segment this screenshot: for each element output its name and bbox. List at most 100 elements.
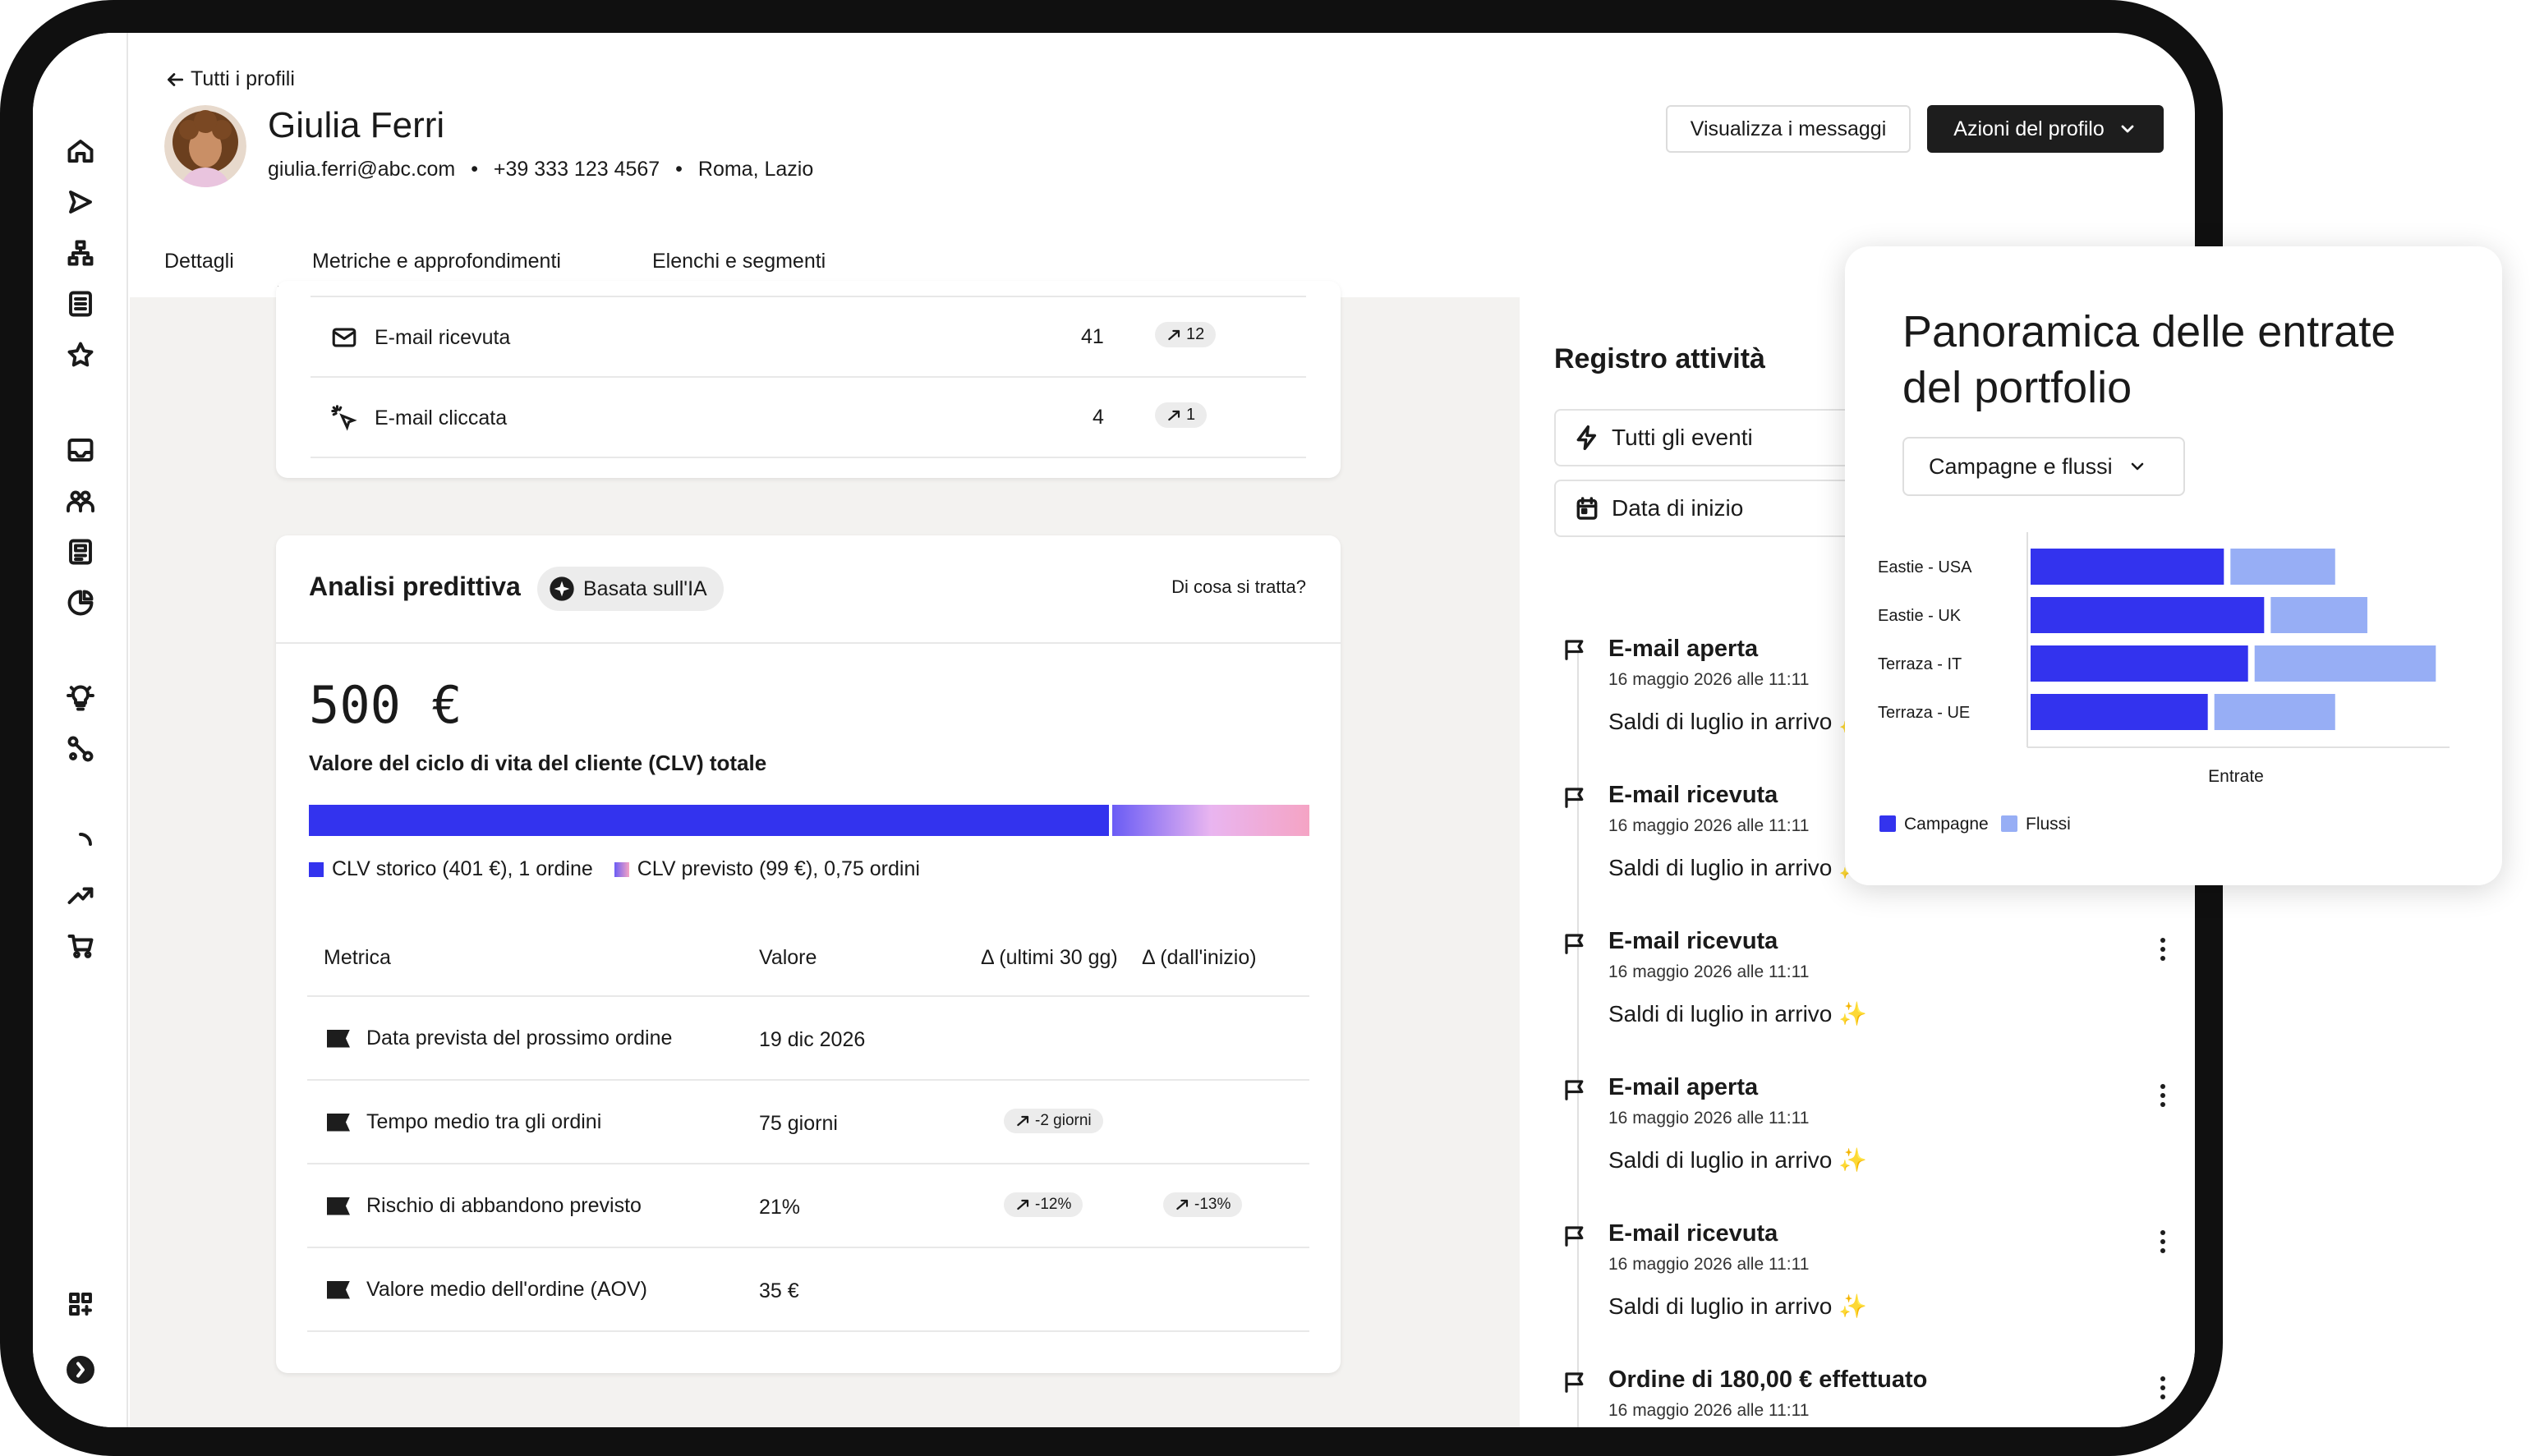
flag-icon <box>327 1196 350 1215</box>
bar-campagne <box>2031 694 2208 730</box>
delta-value: -12% <box>1035 1196 1072 1213</box>
send-icon[interactable] <box>62 184 99 220</box>
help-link[interactable]: Di cosa si tratta? <box>1171 576 1306 598</box>
tab-lists[interactable]: Elenchi e segmenti <box>652 250 826 273</box>
clv-value: 500 € <box>309 675 462 735</box>
delta-value: 12 <box>1186 325 1205 343</box>
profile-phone: +39 333 123 4567 <box>493 158 660 181</box>
content-icon[interactable] <box>62 534 99 570</box>
separator: • <box>471 158 478 181</box>
integrations-icon[interactable] <box>62 731 99 767</box>
flag-outline-icon <box>1562 1077 1587 1106</box>
more-options-icon[interactable] <box>2159 1230 2167 1253</box>
col-metric: Metrica <box>324 946 391 969</box>
list-icon[interactable] <box>62 286 99 322</box>
flag-outline-icon <box>1562 1370 1587 1399</box>
profile-actions-label: Azioni del profilo <box>1953 117 2105 140</box>
activity-item-time: 16 maggio 2026 alle 11:11 <box>1608 1109 1810 1128</box>
revenue-filter-dropdown[interactable]: Campagne e flussi <box>1902 437 2185 496</box>
loading-icon <box>62 826 99 862</box>
category-label: Eastie - USA <box>1878 558 1972 576</box>
arrow-left-icon <box>168 72 184 86</box>
bar-flussi <box>2214 694 2335 730</box>
activity-item-title[interactable]: E-mail ricevuta <box>1608 928 1778 955</box>
flag-icon <box>327 1029 350 1048</box>
audience-icon[interactable] <box>62 483 99 519</box>
apps-icon[interactable] <box>62 1286 99 1322</box>
back-link[interactable]: Tutti i profili <box>164 67 295 91</box>
clv-historical-segment <box>309 805 1110 836</box>
trend-icon[interactable] <box>62 877 99 913</box>
bolt-icon <box>1576 425 1597 451</box>
activity-item-title[interactable]: E-mail aperta <box>1608 1074 1758 1101</box>
metric-value: 21% <box>759 1196 801 1219</box>
flag-outline-icon <box>1562 637 1587 666</box>
ai-badge: Basata sull'IA <box>537 567 724 611</box>
profile-name: Giulia Ferri <box>268 105 445 145</box>
email-clicked-label: E-mail cliccata <box>375 406 508 429</box>
view-messages-button[interactable]: Visualizza i messaggi <box>1666 105 1911 153</box>
activity-item-title[interactable]: E-mail ricevuta <box>1608 782 1778 809</box>
revenue-title: Panoramica delle entrate del portfolio <box>1902 304 2395 416</box>
activity-item-title[interactable]: E-mail ricevuta <box>1608 1220 1778 1247</box>
cart-icon[interactable] <box>62 928 99 964</box>
legend-historical: CLV storico (401 €), 1 ordine <box>332 857 593 880</box>
events-filter[interactable]: Tutti gli eventi <box>1554 409 1883 466</box>
start-date-filter[interactable]: Data di inizio <box>1554 480 1863 537</box>
activity-title: Registro attività <box>1554 343 1765 374</box>
clv-label: Valore del ciclo di vita del cliente (CL… <box>309 751 767 775</box>
revenue-overview-panel: Panoramica delle entrate del portfolio C… <box>1845 246 2502 885</box>
mail-icon <box>332 328 357 347</box>
tab-metrics[interactable]: Metriche e approfondimenti <box>312 250 561 273</box>
more-options-icon[interactable] <box>2159 1084 2167 1107</box>
activity-item-title[interactable]: E-mail aperta <box>1608 636 1758 663</box>
profile-location: Roma, Lazio <box>697 158 814 181</box>
metric-name: Tempo medio tra gli ordini <box>366 1110 602 1133</box>
metric-value: 19 dic 2026 <box>759 1028 866 1051</box>
hierarchy-icon[interactable] <box>62 235 99 271</box>
lightbulb-icon[interactable] <box>62 680 99 716</box>
category-label: Terraza - IT <box>1878 655 1962 673</box>
revenue-title-line1: Panoramica delle entrate <box>1902 307 2396 356</box>
revenue-chart: Eastie - USA Eastie - UK Terraza - IT Terra… <box>1878 532 2450 834</box>
back-label: Tutti i profili <box>191 67 295 90</box>
activity-item-desc: Saldi di luglio in arrivo ✨ <box>1608 709 1867 734</box>
metrics-pane: E-mail ricevuta 41 12 E-mail cliccata 4 … <box>130 281 1520 1427</box>
trend-up-icon <box>1168 410 1180 420</box>
email-stats-card: E-mail ricevuta 41 12 E-mail cliccata 4 … <box>276 281 1341 478</box>
metric-name: Data prevista del prossimo ordine <box>366 1027 673 1050</box>
flag-outline-icon <box>1562 1224 1587 1252</box>
profile-info: giulia.ferri@abc.com • +39 333 123 4567 … <box>268 158 813 181</box>
profile-email: giulia.ferri@abc.com <box>268 158 456 181</box>
tab-details[interactable]: Dettagli <box>164 250 234 273</box>
table-row: Tempo medio tra gli ordini <box>327 1110 601 1134</box>
activity-item-title[interactable]: Ordine di 180,00 € effettuato <box>1608 1366 1927 1394</box>
col-delta-all: Δ (dall'inizio) <box>1142 946 1257 969</box>
email-received-row: E-mail ricevuta <box>330 324 510 351</box>
col-delta-30: Δ (ultimi 30 gg) <box>981 946 1118 969</box>
metric-name: Valore medio dell'ordine (AOV) <box>366 1278 647 1301</box>
analytics-icon[interactable] <box>62 585 99 621</box>
trend-up-icon <box>1017 1199 1029 1210</box>
home-icon[interactable] <box>62 133 99 169</box>
more-options-icon[interactable] <box>2159 1376 2167 1399</box>
star-icon[interactable] <box>62 337 99 373</box>
profile-actions-button[interactable]: Azioni del profilo <box>1927 105 2164 153</box>
email-clicked-delta: 1 <box>1155 402 1208 428</box>
predictive-card: Analisi predittiva Basata sull'IA Di cos… <box>276 535 1341 1373</box>
inbox-icon[interactable] <box>62 432 99 468</box>
email-received-delta: 12 <box>1155 322 1217 347</box>
delta-value: -13% <box>1194 1196 1231 1213</box>
delta-all-chip: -13% <box>1163 1192 1243 1217</box>
clv-bar <box>309 805 1309 836</box>
delta-value: -2 giorni <box>1035 1112 1092 1129</box>
activity-item-desc: Saldi di luglio in arrivo ✨ <box>1608 1147 1867 1173</box>
activity-item-time: 16 maggio 2026 alle 11:11 <box>1608 816 1810 835</box>
account-icon[interactable] <box>62 1352 99 1388</box>
legend-predicted: CLV previsto (99 €), 0,75 ordini <box>637 857 920 880</box>
more-options-icon[interactable] <box>2159 938 2167 961</box>
flag-icon <box>327 1280 350 1299</box>
metric-value: 35 € <box>759 1279 799 1302</box>
col-value: Valore <box>759 946 817 969</box>
bar-flussi <box>2230 549 2335 585</box>
